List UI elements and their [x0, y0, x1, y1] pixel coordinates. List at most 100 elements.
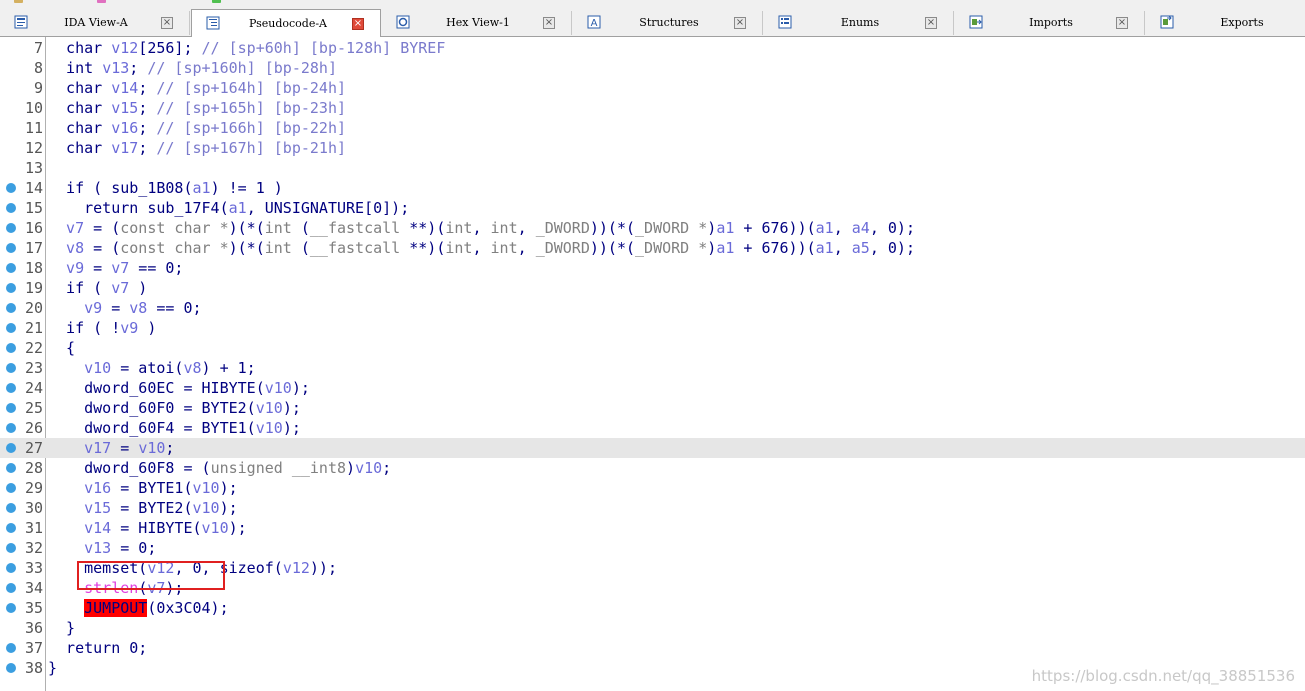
code-token: // [sp+160h] [bp-28h]: [147, 59, 337, 77]
code-text: }: [48, 618, 75, 638]
code-line[interactable]: 21 if ( !v9 ): [0, 318, 1305, 338]
code-token: == 0;: [147, 299, 202, 317]
line-number: 9: [33, 79, 43, 97]
code-token: v8: [183, 359, 202, 377]
code-token: ))(*(: [589, 219, 636, 237]
error-token: JUMPOUT: [84, 599, 148, 617]
code-line[interactable]: 37 return 0;: [0, 638, 1305, 658]
code-line[interactable]: 19 if ( v7 ): [0, 278, 1305, 298]
close-icon[interactable]: ×: [734, 17, 746, 29]
close-icon[interactable]: ×: [352, 18, 364, 30]
code-line[interactable]: 36 }: [0, 618, 1305, 638]
tab-label: Hex View-1: [446, 16, 510, 29]
code-token: _DWORD: [535, 239, 590, 257]
code-token: , 0);: [869, 219, 915, 237]
code-line[interactable]: 35 JUMPOUT(0x3C04);: [0, 598, 1305, 618]
code-line[interactable]: 18 v9 = v7 == 0;: [0, 258, 1305, 278]
code-token: int: [445, 219, 473, 237]
code-token: =: [84, 259, 112, 277]
tab-label: Pseudocode-A: [248, 17, 327, 30]
tab-imports[interactable]: Imports ×: [955, 11, 1145, 35]
code-line[interactable]: 13: [0, 158, 1305, 178]
close-icon[interactable]: ×: [1116, 17, 1128, 29]
code-text: JUMPOUT(0x3C04);: [48, 598, 229, 618]
code-line[interactable]: 20 v9 = v8 == 0;: [0, 298, 1305, 318]
line-number: 12: [24, 139, 43, 157]
close-icon[interactable]: ×: [925, 17, 937, 29]
code-line[interactable]: 32 v13 = 0;: [0, 538, 1305, 558]
code-token: int: [48, 59, 103, 77]
code-token: v13: [102, 59, 130, 77]
code-text: v17 = v10;: [48, 438, 174, 458]
code-line[interactable]: 28 dword_60F8 = (unsigned __int8)v10;: [0, 458, 1305, 478]
code-line[interactable]: 11 char v16; // [sp+166h] [bp-22h]: [0, 118, 1305, 138]
code-token: ,: [472, 239, 491, 257]
code-token: __fastcall: [309, 219, 401, 237]
code-text: dword_60EC = HIBYTE(v10);: [48, 378, 310, 398]
pseudocode-view[interactable]: 7 char v12[256]; // [sp+60h] [bp-128h] B…: [0, 37, 1305, 691]
tab-pseudocode-a[interactable]: Pseudocode-A ×: [191, 9, 381, 37]
toolbar-open-icon[interactable]: [14, 0, 23, 3]
code-line[interactable]: 25 dword_60F0 = BYTE2(v10);: [0, 398, 1305, 418]
code-line[interactable]: 23 v10 = atoi(v8) + 1;: [0, 358, 1305, 378]
code-line[interactable]: 10 char v15; // [sp+165h] [bp-23h]: [0, 98, 1305, 118]
code-line[interactable]: 31 v14 = HIBYTE(v10);: [0, 518, 1305, 538]
code-token: )(*(: [228, 219, 265, 237]
line-number: 26: [24, 419, 43, 437]
code-line[interactable]: 8 int v13; // [sp+160h] [bp-28h]: [0, 58, 1305, 78]
tab-ida-view-a[interactable]: IDA View-A ×: [0, 11, 190, 35]
code-token: (0x3C04);: [147, 599, 229, 617]
tab-exports[interactable]: Exports: [1146, 11, 1305, 35]
code-line[interactable]: 30 v15 = BYTE2(v10);: [0, 498, 1305, 518]
code-token: v12: [282, 559, 310, 577]
code-token: if ( !: [48, 319, 121, 337]
close-icon[interactable]: ×: [543, 17, 555, 29]
line-number: 14: [24, 179, 43, 197]
toolbar-strip: [0, 0, 1305, 8]
code-token: // [sp+60h] [bp-128h] BYREF: [201, 39, 446, 57]
code-token: // [sp+165h] [bp-23h]: [156, 99, 347, 117]
code-line[interactable]: 27 v17 = v10;: [0, 438, 1305, 458]
code-token: v9: [48, 299, 103, 317]
toolbar-run-icon[interactable]: [212, 0, 221, 3]
code-token: a1: [716, 219, 735, 237]
code-token: {: [48, 339, 76, 357]
code-token: );: [219, 479, 238, 497]
code-token: int: [490, 219, 518, 237]
code-token: ;: [138, 99, 157, 117]
tab-hex-view-1[interactable]: Hex View-1 ×: [382, 11, 572, 35]
code-line[interactable]: 29 v16 = BYTE1(v10);: [0, 478, 1305, 498]
code-token: dword_60EC = HIBYTE(: [48, 379, 265, 397]
line-number: 19: [24, 279, 43, 297]
tab-label: IDA View-A: [64, 16, 128, 29]
code-token: v10: [264, 379, 292, 397]
line-number: 16: [24, 219, 43, 237]
close-icon[interactable]: ×: [161, 17, 173, 29]
code-token: ): [129, 279, 148, 297]
code-line[interactable]: 22 {: [0, 338, 1305, 358]
code-line[interactable]: 12 char v17; // [sp+167h] [bp-21h]: [0, 138, 1305, 158]
code-token: const char *: [120, 239, 229, 257]
code-token: dword_60F0 = BYTE2(: [48, 399, 256, 417]
code-line[interactable]: 17 v8 = (const char *)(*(int (__fastcall…: [0, 238, 1305, 258]
line-number: 13: [24, 159, 43, 177]
line-number: 32: [24, 539, 43, 557]
code-token: v8: [48, 239, 85, 257]
code-line[interactable]: 15 return sub_17F4(a1, UNSIGNATURE[0]);: [0, 198, 1305, 218]
line-number: 20: [24, 299, 43, 317]
code-line[interactable]: 9 char v14; // [sp+164h] [bp-24h]: [0, 78, 1305, 98]
code-token: v10: [201, 519, 229, 537]
code-line[interactable]: 7 char v12[256]; // [sp+60h] [bp-128h] B…: [0, 38, 1305, 58]
tab-structures[interactable]: A Structures ×: [573, 11, 763, 35]
code-line[interactable]: 26 dword_60F4 = BYTE1(v10);: [0, 418, 1305, 438]
code-line[interactable]: 16 v7 = (const char *)(*(int (__fastcall…: [0, 218, 1305, 238]
code-line[interactable]: 14 if ( sub_1B08(a1) != 1 ): [0, 178, 1305, 198]
toolbar-save-icon[interactable]: [97, 0, 106, 3]
tab-enums[interactable]: Enums ×: [764, 11, 954, 35]
code-text: dword_60F4 = BYTE1(v10);: [48, 418, 301, 438]
tab-label: Enums: [840, 16, 880, 29]
code-line[interactable]: 24 dword_60EC = HIBYTE(v10);: [0, 378, 1305, 398]
code-token: char: [48, 99, 112, 117]
code-token: _DWORD *: [635, 219, 708, 237]
code-token: v7: [111, 259, 130, 277]
